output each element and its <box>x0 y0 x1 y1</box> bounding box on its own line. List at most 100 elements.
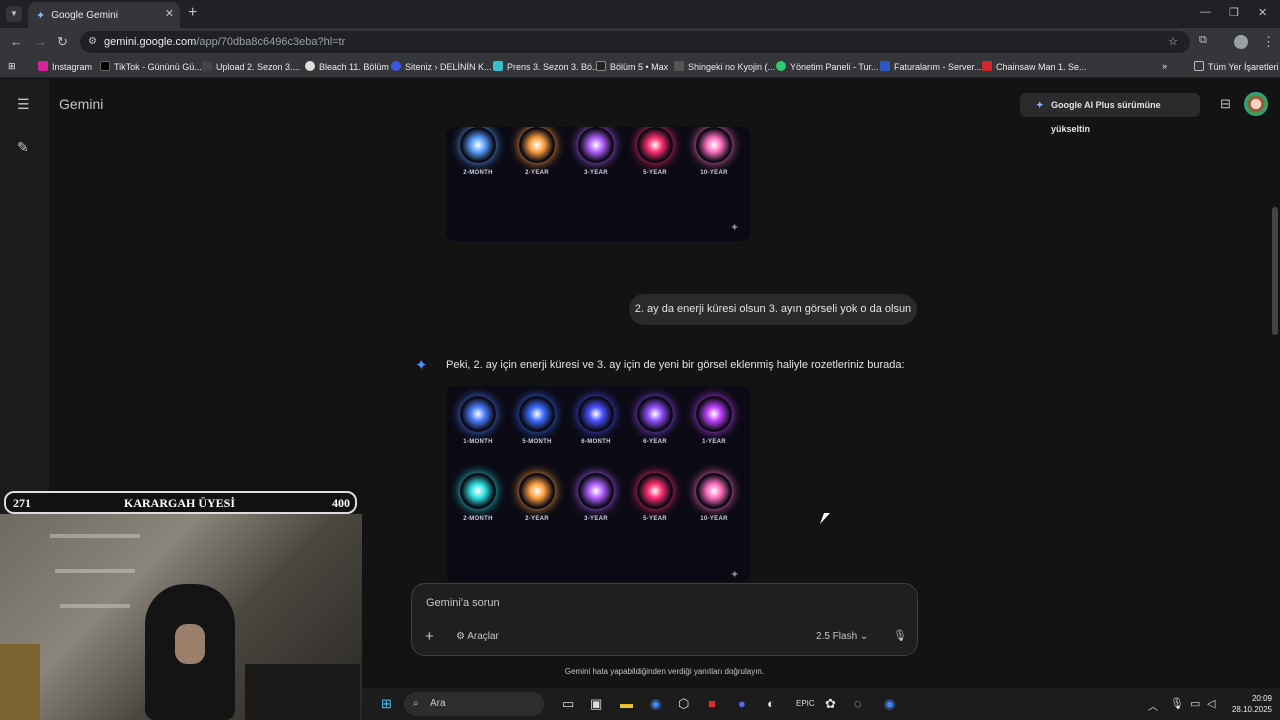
apps-grid-icon[interactable]: ⊞ <box>8 61 16 72</box>
close-tab-icon[interactable]: ✕ <box>165 7 174 20</box>
network-icon[interactable]: ▭ <box>1190 697 1200 710</box>
prompt-input[interactable]: Gemini'a sorun <box>426 597 500 609</box>
new-tab-icon[interactable]: + <box>188 4 197 22</box>
chevron-down-icon: ⌄ <box>857 631 869 642</box>
browser-toolbar: ← → ↻ ⚙ gemini.google.com/app/70dba8c649… <box>0 28 1280 56</box>
app-icon[interactable]: ◌ <box>854 696 862 711</box>
bookmark-item[interactable]: Upload 2. Sezon 3.... <box>202 61 300 72</box>
app-icon[interactable]: ⬡ <box>678 696 689 712</box>
badge-orb-icon <box>460 473 496 509</box>
overlay-right-count: 400 <box>332 496 350 510</box>
app-icon[interactable]: ■ <box>708 696 716 711</box>
extensions-icon[interactable]: ⧉ <box>1199 34 1207 47</box>
bookmark-star-icon[interactable]: ☆ <box>1168 31 1178 53</box>
task-view-icon[interactable]: ▭ <box>562 696 574 712</box>
volume-icon[interactable]: ◁ <box>1207 697 1215 710</box>
bookmark-item[interactable]: Chainsaw Man 1. Se... <box>982 61 1087 72</box>
menu-icon[interactable]: ☰ <box>17 96 30 113</box>
taskbar-search[interactable]: ⌕ Ara <box>404 692 544 716</box>
chatgpt-icon[interactable]: ✿ <box>825 696 836 712</box>
epic-games-icon[interactable]: EPIC <box>796 699 815 708</box>
badge: 5-MONTH <box>515 396 559 445</box>
badge-label: 3-YEAR <box>584 516 608 522</box>
add-file-icon[interactable]: + <box>425 628 434 645</box>
account-avatar[interactable] <box>1244 92 1268 116</box>
bookmark-item[interactable]: Faturalarım - Server... <box>880 61 982 72</box>
badge-label: 2-MONTH <box>463 170 493 176</box>
scrollbar[interactable] <box>1272 207 1278 335</box>
tools-icon: ⚙ <box>456 631 468 642</box>
generated-image-2[interactable]: ✦ 1-MONTH 5-MONTH 6-MONTH 6-YEAR 1-YEAR 2-MON… <box>446 386 750 582</box>
badge-orb-icon <box>460 396 496 432</box>
file-explorer-icon[interactable]: ▬ <box>620 696 633 711</box>
bookmark-item[interactable]: Prens 3. Sezon 3. Bö... <box>493 61 600 72</box>
bookmark-item[interactable]: Siteniz › DELİNİN K... <box>391 61 492 72</box>
badge-label: 2-YEAR <box>525 170 549 176</box>
reload-icon[interactable]: ↻ <box>57 34 68 50</box>
discord-icon[interactable]: ● <box>738 696 746 711</box>
address-bar[interactable]: ⚙ gemini.google.com/app/70dba8c6496c3eba… <box>80 31 1190 53</box>
windows-taskbar: ⊞ ⌕ Ara ▭ ▣ ▬ ◉ ⬡ ■ ● ◐ EPIC ✿ ◌ ◉ ︿ 🎙 ▭… <box>362 688 1280 720</box>
forward-icon[interactable]: → <box>34 34 47 49</box>
bookmark-item[interactable]: TikTok - Gününü Gü... <box>100 61 202 72</box>
badge-label: 5-YEAR <box>643 170 667 176</box>
sparkle-icon: ✦ <box>1036 100 1044 110</box>
badge-label: 6-YEAR <box>643 439 667 445</box>
bookmark-item[interactable]: Yönetim Paneli - Tur... <box>776 61 879 72</box>
back-icon[interactable]: ← <box>10 34 23 49</box>
url-path: /app/70dba8c6496c3eba?hl=tr <box>196 36 346 48</box>
badge-orb-icon <box>696 396 732 432</box>
bookmark-item[interactable]: Bleach 11. Bölüm <box>305 61 389 72</box>
badge-label: 10-YEAR <box>700 516 728 522</box>
image-sparkle-icon: ✦ <box>730 569 740 581</box>
start-icon[interactable]: ⊞ <box>381 696 392 712</box>
badge-orb-icon <box>519 396 555 432</box>
badge-label: 1-MONTH <box>463 439 493 445</box>
overlay-left-count: 271 <box>13 496 31 510</box>
badge: 10-YEAR <box>692 473 736 522</box>
bookmarks-bar: ⊞ Instagram TikTok - Gününü Gü... Upload… <box>0 56 1280 78</box>
disclaimer: Gemini hata yapabildiğinden verdiği yanı… <box>564 667 765 676</box>
microphone-icon[interactable]: 🎙 <box>893 629 907 642</box>
site-info-icon[interactable]: ⚙ <box>88 31 97 53</box>
bookmark-item[interactable]: Bölüm 5 • Max <box>596 61 668 72</box>
badge: 3-YEAR <box>574 473 618 522</box>
generated-image-1[interactable]: ✦ 2-MONTH 2-YEAR 3-YEAR 5-YEAR 10-YEAR <box>446 127 750 241</box>
restore-icon[interactable]: ❐ <box>1229 6 1239 19</box>
tray-chevron-icon[interactable]: ︿ <box>1148 698 1158 713</box>
model-selector[interactable]: 2.5 Flash ⌄ <box>816 631 868 642</box>
clock[interactable]: 20:09 28.10.2025 <box>1226 693 1272 715</box>
search-icon: ⌕ <box>413 698 419 709</box>
chrome-icon[interactable]: ◉ <box>884 696 895 712</box>
more-bookmarks-icon[interactable]: » <box>1162 61 1167 71</box>
window-close-icon[interactable]: ✕ <box>1258 6 1267 19</box>
badge: 2-MONTH <box>456 127 500 176</box>
bookmark-item[interactable]: Instagram <box>38 61 92 72</box>
badge: 10-YEAR <box>692 127 736 176</box>
temporary-chat-icon[interactable]: ⊟ <box>1220 96 1231 112</box>
profile-avatar[interactable] <box>1234 35 1248 49</box>
user-message: 2. ay da enerji küresi olsun 3. ayın gör… <box>629 294 917 325</box>
all-bookmarks[interactable]: Tüm Yer İşaretleri <box>1194 61 1279 72</box>
tab-search-icon[interactable]: ▼ <box>6 6 22 22</box>
badge-label: 1-YEAR <box>702 439 726 445</box>
minimize-icon[interactable]: — <box>1200 6 1211 18</box>
stream-overlay-bar: 271 KARARGAH ÜYESİ 400 <box>4 491 357 514</box>
badge-label: 2-YEAR <box>525 516 549 522</box>
menu-kebab-icon[interactable]: ⋮ <box>1262 34 1275 50</box>
new-chat-icon[interactable]: ✎ <box>17 139 29 156</box>
badge: 1-MONTH <box>456 396 500 445</box>
tools-button[interactable]: ⚙ Araçlar <box>456 631 499 642</box>
tab-gemini[interactable]: ✦ Google Gemini ✕ <box>28 2 180 28</box>
upgrade-button[interactable]: ✦ Google AI Plus sürümüne yükseltin <box>1020 93 1200 134</box>
bookmark-item[interactable]: Shingeki no Kyojin (... <box>674 61 775 72</box>
tab-title: Google Gemini <box>51 9 118 21</box>
upgrade-label: Google AI Plus sürümüne yükseltin <box>1051 100 1161 134</box>
chrome-icon[interactable]: ◉ <box>650 696 661 712</box>
steam-icon[interactable]: ◐ <box>767 696 775 711</box>
badge-orb-icon <box>696 473 732 509</box>
mic-tray-icon[interactable]: 🎙 <box>1170 697 1184 710</box>
store-icon[interactable]: ▣ <box>590 696 602 712</box>
badge: 2-MONTH <box>456 473 500 522</box>
prompt-composer[interactable]: Gemini'a sorun + ⚙ Araçlar 2.5 Flash ⌄ 🎙 <box>411 583 918 656</box>
